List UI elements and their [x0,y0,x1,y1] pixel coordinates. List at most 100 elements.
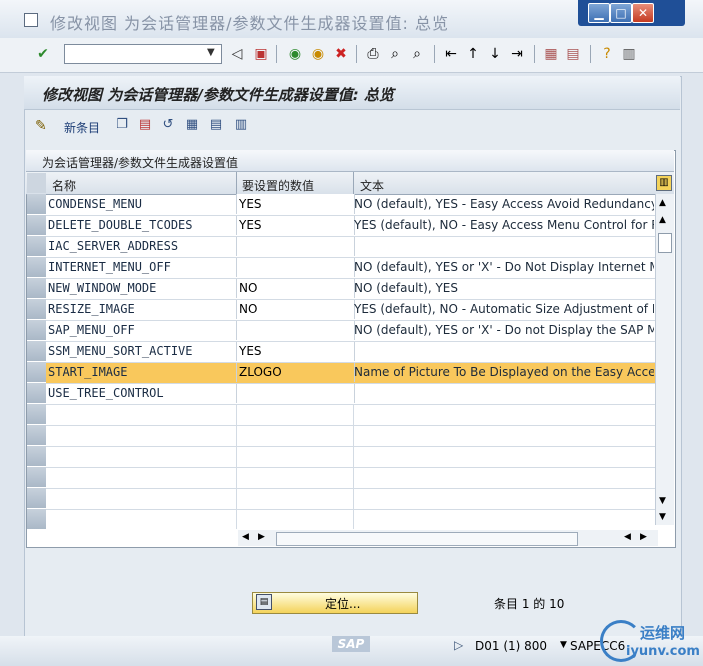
value-input[interactable]: YES [236,194,355,214]
row-line [46,509,655,510]
value-input[interactable]: ZLOGO [236,362,355,382]
table-row[interactable]: SSM_MENU_SORT_ACTIVE YES [46,341,655,362]
system-info[interactable]: D01 (1) 800 [475,639,547,653]
check-icon[interactable]: ✔ [34,45,52,63]
find-icon[interactable]: ⌕ [386,45,404,63]
window-title: 修改视图 为会话管理器/参数文件生成器设置值: 总览 [50,14,449,33]
row-selector[interactable] [27,257,46,278]
horizontal-scroll-thumb[interactable] [276,532,578,546]
close-button[interactable]: ✕ [632,3,654,23]
copy-icon[interactable]: ❐ [114,117,130,133]
column-header-name[interactable]: 名称 [52,177,76,194]
row-selector[interactable] [27,488,46,509]
scroll-left-icon[interactable]: ◀ [624,532,631,542]
shortcut-icon[interactable]: ▤ [564,45,582,63]
minimize-button[interactable]: ▁ [588,3,610,23]
scroll-left-icon[interactable]: ◀ [242,532,249,542]
scroll-page-down-icon[interactable]: ▼ [659,496,666,506]
new-entries-button[interactable]: 新条目 [64,119,100,136]
table-settings-icon[interactable]: ▥ [656,175,672,191]
row-selector[interactable] [27,215,46,236]
command-field[interactable] [64,44,222,64]
row-selector[interactable] [27,278,46,299]
row-selector[interactable] [27,404,46,425]
cancel-icon[interactable]: ✖ [332,45,350,63]
table-row[interactable]: RESIZE_IMAGE NO YES (default), NO - Auto… [46,299,655,320]
delete-icon[interactable]: ▤ [137,117,153,133]
undo-icon[interactable]: ↺ [160,117,176,133]
new-session-icon[interactable]: ▦ [542,45,560,63]
row-line [46,257,655,258]
value-input[interactable]: YES [236,215,355,235]
row-selector[interactable] [27,509,46,530]
table-row[interactable]: SAP_MENU_OFF NO (default), YES or 'X' - … [46,320,655,341]
row-selector[interactable] [27,362,46,383]
column-line [353,404,354,529]
save-icon[interactable]: ▣ [252,45,270,63]
table-row[interactable]: USE_TREE_CONTROL [46,383,655,404]
value-input[interactable]: YES [236,341,355,361]
row-line [46,425,655,426]
last-page-icon[interactable]: ⇥ [508,45,526,63]
row-selector[interactable] [27,194,46,215]
row-text: NO (default), YES - Easy Access Avoid Re… [354,197,654,211]
back-green-icon[interactable]: ◉ [286,45,304,63]
table-row[interactable]: CONDENSE_MENU YES NO (default), YES - Ea… [46,194,655,215]
row-selector[interactable] [27,320,46,341]
print-icon[interactable]: ⎙ [364,45,382,63]
row-line [46,299,655,300]
maximize-button[interactable]: □ [610,3,632,23]
next-page-icon[interactable]: ↓ [486,45,504,63]
table-row[interactable]: NEW_WINDOW_MODE NO NO (default), YES [46,278,655,299]
back-arrow-icon[interactable]: ◁ [228,45,246,63]
select-all-icon[interactable]: ▦ [184,117,200,133]
row-line [46,320,655,321]
value-input[interactable] [236,236,355,256]
row-selector[interactable] [27,299,46,320]
row-selector[interactable] [27,383,46,404]
row-selector[interactable] [27,446,46,467]
find-next-icon[interactable]: ⌕ [408,45,426,63]
chevron-down-icon[interactable]: ▼ [207,47,215,58]
select-all-rows-button[interactable] [27,173,46,193]
table-row-selected[interactable]: START_IMAGE ZLOGO Name of Picture To Be … [46,362,655,383]
table-row[interactable]: IAC_SERVER_ADDRESS [46,236,655,257]
value-input[interactable] [236,257,355,277]
row-selector[interactable] [27,467,46,488]
row-text: Name of Picture To Be Displayed on the E… [354,365,654,379]
value-input[interactable] [236,383,355,403]
value-input[interactable]: NO [236,278,355,298]
table-row[interactable]: INTERNET_MENU_OFF NO (default), YES or '… [46,257,655,278]
scroll-page-up-icon[interactable]: ▲ [659,215,666,225]
scroll-right-icon[interactable]: ▶ [258,532,265,542]
deselect-all-icon[interactable]: ▥ [233,117,249,133]
value-input[interactable]: NO [236,299,355,319]
first-page-icon[interactable]: ⇤ [442,45,460,63]
help-icon[interactable]: ? [598,45,616,63]
row-selector[interactable] [27,236,46,257]
column-header-value[interactable]: 要设置的数值 [242,177,314,194]
chevron-down-icon[interactable]: ▼ [560,640,567,650]
scroll-down-icon[interactable]: ▼ [659,512,666,522]
scroll-right-icon[interactable]: ▶ [640,532,647,542]
change-icon[interactable]: ✎ [35,118,47,134]
scroll-up-icon[interactable]: ▲ [659,198,666,208]
column-header-text[interactable]: 文本 [360,177,384,194]
table-row[interactable]: DELETE_DOUBLE_TCODES YES YES (default), … [46,215,655,236]
play-icon[interactable]: ▷ [454,638,463,652]
vertical-scroll-thumb[interactable] [658,233,672,253]
row-line [46,278,655,279]
row-name: RESIZE_IMAGE [48,302,135,316]
exit-icon[interactable]: ◉ [309,45,327,63]
select-block-icon[interactable]: ▤ [208,117,224,133]
position-button-label: 定位... [325,597,361,611]
row-selector[interactable] [27,341,46,362]
value-input[interactable] [236,320,355,340]
row-line [46,404,655,405]
row-selector[interactable] [27,425,46,446]
prev-page-icon[interactable]: ↑ [464,45,482,63]
layout-icon[interactable]: ▥ [620,45,638,63]
value-text: YES [239,218,262,232]
row-name: IAC_SERVER_ADDRESS [48,239,179,253]
window-menu-icon[interactable] [24,13,38,27]
